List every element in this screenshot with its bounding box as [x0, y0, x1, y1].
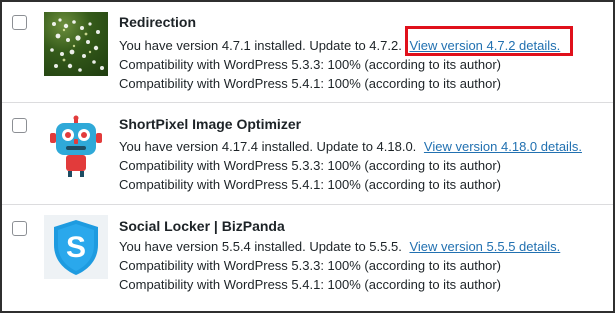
shield-s-icon: S	[44, 215, 108, 279]
robot-icon	[44, 115, 108, 179]
plugin-name: Social Locker | BizPanda	[119, 218, 285, 234]
plugin-name: Redirection	[119, 14, 197, 30]
compatibility-line: Compatibility with WordPress 5.3.3: 100%…	[119, 57, 501, 72]
select-checkbox[interactable]	[12, 15, 27, 30]
update-info: You have version 4.17.4 installed. Updat…	[119, 139, 582, 155]
compatibility-line: Compatibility with WordPress 5.4.1: 100%…	[119, 177, 501, 192]
view-details-link[interactable]: View version 4.18.0 details.	[424, 139, 582, 154]
view-details-link[interactable]: View version 5.5.5 details.	[409, 239, 560, 254]
compatibility-line: Compatibility with WordPress 5.3.3: 100%…	[119, 158, 501, 173]
compatibility-line: Compatibility with WordPress 5.4.1: 100%…	[119, 277, 501, 292]
update-info: You have version 5.5.4 installed. Update…	[119, 239, 560, 255]
update-text: You have version 5.5.4 installed. Update…	[119, 239, 402, 254]
select-checkbox[interactable]	[12, 221, 27, 236]
select-checkbox[interactable]	[12, 118, 27, 133]
highlight-box	[405, 26, 573, 56]
update-text: You have version 4.17.4 installed. Updat…	[119, 139, 417, 154]
plugin-row-shortpixel: ShortPixel Image Optimizer You have vers…	[2, 103, 613, 205]
flowers-thumbnail	[44, 12, 108, 76]
plugin-name: ShortPixel Image Optimizer	[119, 116, 302, 132]
svg-text:S: S	[66, 231, 86, 264]
plugin-row-social-locker: S Social Locker | BizPanda You have vers…	[2, 205, 613, 311]
compatibility-line: Compatibility with WordPress 5.4.1: 100%…	[119, 76, 501, 91]
plugin-row-redirection: Redirection You have version 4.7.1 insta…	[2, 2, 613, 103]
update-text: You have version 4.7.1 installed. Update…	[119, 38, 402, 53]
plugin-update-list: Redirection You have version 4.7.1 insta…	[0, 0, 615, 313]
compatibility-line: Compatibility with WordPress 5.3.3: 100%…	[119, 258, 501, 273]
